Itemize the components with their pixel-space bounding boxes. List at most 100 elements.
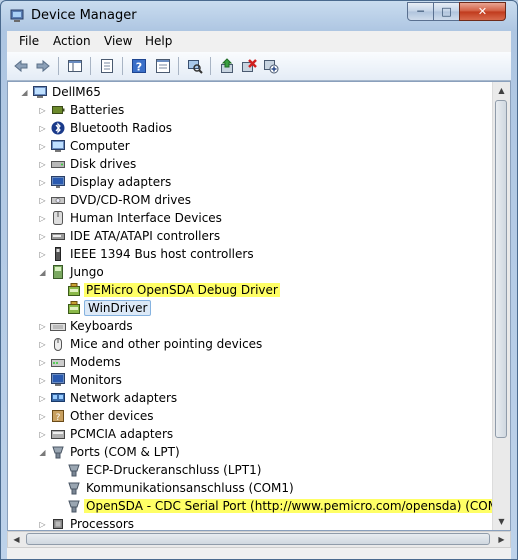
tree-child-item[interactable]: Kommunikationsanschluss (COM1) (8, 479, 494, 497)
toolbar-separator (210, 57, 211, 75)
svg-text:?: ? (56, 413, 61, 423)
horizontal-scrollbar[interactable]: ◀ ▶ (7, 531, 511, 548)
svg-text:?: ? (136, 61, 142, 74)
expand-arrow-icon[interactable]: ▷ (38, 245, 47, 263)
tree-item-label: Disk drives (70, 157, 137, 171)
tree-category-item[interactable]: ▷ Modems (8, 353, 494, 371)
show-hide-tree-button[interactable] (65, 56, 85, 76)
menu-view[interactable]: View (104, 34, 132, 48)
menu-help[interactable]: Help (145, 34, 172, 48)
expand-arrow-icon[interactable]: ▷ (38, 317, 47, 335)
expand-arrow-icon[interactable]: ▷ (38, 173, 47, 191)
expand-arrow-icon[interactable]: ▷ (38, 137, 47, 155)
disable-button[interactable] (261, 56, 281, 76)
expand-arrow-icon[interactable]: ▷ (38, 101, 47, 119)
scroll-up-icon[interactable]: ▲ (493, 82, 510, 99)
expand-arrow-icon[interactable]: ▷ (38, 119, 47, 137)
maximize-button[interactable]: □ (433, 2, 460, 21)
forward-button[interactable] (33, 56, 53, 76)
title-bar[interactable]: Device Manager ─ □ ✕ (1, 1, 517, 31)
scrollbar-thumb[interactable] (495, 100, 507, 438)
vertical-scrollbar[interactable]: ▲ ▼ (492, 82, 510, 530)
scroll-right-icon[interactable]: ▶ (493, 532, 510, 547)
menu-action[interactable]: Action (53, 34, 91, 48)
tree-category-item[interactable]: ▷ Batteries (8, 101, 494, 119)
expand-arrow-icon[interactable]: ▷ (38, 209, 47, 227)
tree-item-label: Other devices (70, 409, 154, 423)
scroll-down-icon[interactable]: ▼ (493, 513, 510, 530)
tree-category-item[interactable]: ▷ IDE ATA/ATAPI controllers (8, 227, 494, 245)
tree-category-item[interactable]: ▷ Bluetooth Radios (8, 119, 494, 137)
close-button[interactable]: ✕ (459, 2, 506, 21)
properties-button[interactable] (97, 56, 117, 76)
tree-child-item[interactable]: OpenSDA - CDC Serial Port (http://www.pe… (8, 497, 510, 515)
tree-item-label: WinDriver (84, 300, 152, 316)
tree-child-item[interactable]: ECP-Druckeranschluss (LPT1) (8, 461, 494, 479)
tree-category-item[interactable]: ▷ Disk drives (8, 155, 494, 173)
tree-category-item[interactable]: ▷ Mice and other pointing devices (8, 335, 494, 353)
tree-category-item[interactable]: ▷ Human Interface Devices (8, 209, 494, 227)
back-icon (14, 59, 28, 73)
tree-child-item[interactable]: PEMicro OpenSDA Debug Driver (8, 281, 494, 299)
tree-category-item[interactable]: ◢ Ports (COM & LPT) (8, 443, 494, 461)
tree-category-item[interactable]: ▷ PCMCIA adapters (8, 425, 494, 443)
properties-icon (101, 59, 113, 73)
window-title: Device Manager (31, 8, 137, 23)
help-button[interactable]: ? (129, 56, 149, 76)
minimize-button[interactable]: ─ (407, 2, 434, 21)
tree-item-label: Human Interface Devices (70, 211, 222, 225)
usb-device-icon (66, 282, 82, 298)
computer-icon (32, 84, 48, 100)
pcmcia-icon (50, 426, 66, 442)
tree-category-item[interactable]: ▷ Display adapters (8, 173, 494, 191)
tree-category-item[interactable]: ▷? Other devices (8, 407, 494, 425)
expanded-arrow-icon[interactable]: ◢ (38, 263, 47, 281)
expanded-arrow-icon[interactable]: ◢ (20, 83, 29, 101)
scrollbar-thumb[interactable] (26, 533, 490, 545)
device-manager-icon (10, 9, 24, 22)
expand-arrow-icon[interactable]: ▷ (38, 389, 47, 407)
bluetooth-icon (50, 120, 66, 136)
scan-hardware-button[interactable] (185, 56, 205, 76)
expand-arrow-icon[interactable]: ▷ (38, 371, 47, 389)
battery-icon (50, 102, 66, 118)
update-driver-button[interactable] (217, 56, 237, 76)
tree-category-item[interactable]: ▷ Network adapters (8, 389, 494, 407)
expand-arrow-icon[interactable]: ▷ (38, 191, 47, 209)
tree-root-item[interactable]: ◢ DellM65 (8, 83, 494, 101)
dvd-drive-icon (50, 192, 66, 208)
expanded-arrow-icon[interactable]: ◢ (38, 443, 47, 461)
tree-category-item[interactable]: ▷ IEEE 1394 Bus host controllers (8, 245, 494, 263)
tree-category-item[interactable]: ▷ Processors (8, 515, 494, 531)
tree-category-item[interactable]: ▷ Computer (8, 137, 494, 155)
tree-item-label: Monitors (70, 373, 122, 387)
toolbar-separator (122, 57, 123, 75)
tree-item-label: Processors (70, 517, 135, 531)
tree-category-item[interactable]: ◢ Jungo (8, 263, 494, 281)
tree-child-item[interactable]: WinDriver (8, 299, 494, 317)
ide-controller-icon (50, 228, 66, 244)
expand-arrow-icon[interactable]: ▷ (38, 155, 47, 173)
expand-arrow-icon[interactable]: ▷ (38, 407, 47, 425)
expand-arrow-icon[interactable]: ▷ (38, 227, 47, 245)
uninstall-button[interactable] (239, 56, 259, 76)
maximize-icon: □ (441, 5, 452, 18)
expand-arrow-icon[interactable]: ▷ (38, 335, 47, 353)
device-tree[interactable]: ◢ DellM65 ▷ Batteries ▷ Bluetooth Radios ▷ Comp… (7, 81, 511, 531)
toolbar: ? (7, 52, 511, 81)
tree-view-icon (68, 60, 82, 72)
menu-file[interactable]: File (19, 34, 39, 48)
tree-category-item[interactable]: ▷ Keyboards (8, 317, 494, 335)
expand-arrow-icon[interactable]: ▷ (38, 425, 47, 443)
tree-item-label: Mice and other pointing devices (70, 337, 263, 351)
scroll-left-icon[interactable]: ◀ (8, 532, 25, 547)
minimize-icon: ─ (417, 5, 424, 18)
list-view-button[interactable] (153, 56, 173, 76)
expand-arrow-icon[interactable]: ▷ (38, 353, 47, 371)
uninstall-icon (242, 59, 257, 72)
tree-category-item[interactable]: ▷ Monitors (8, 371, 494, 389)
expand-arrow-icon[interactable]: ▷ (38, 515, 47, 530)
back-button[interactable] (11, 56, 31, 76)
tree-category-item[interactable]: ▷ DVD/CD-ROM drives (8, 191, 494, 209)
port-icon (66, 480, 82, 496)
